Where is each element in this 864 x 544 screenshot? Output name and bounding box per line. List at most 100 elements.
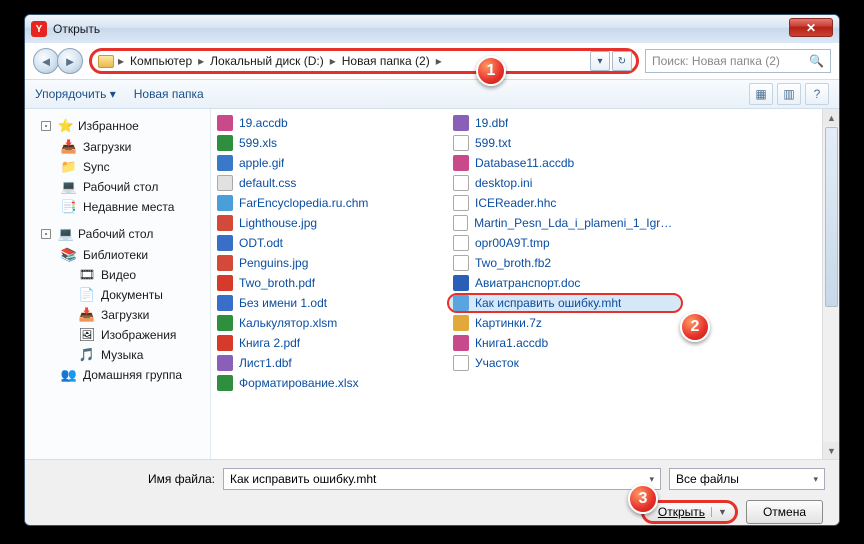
preview-pane-button[interactable]: ▥ xyxy=(777,83,801,105)
file-item[interactable]: Как исправить ошибку.mht xyxy=(447,293,683,313)
app-icon: Y xyxy=(31,21,47,37)
organize-menu[interactable]: Упорядочить ▾ xyxy=(35,87,116,101)
file-item[interactable]: Книга1.accdb xyxy=(447,333,683,353)
filename-input[interactable]: Как исправить ошибку.mht▾ xyxy=(223,468,661,490)
sidebar-item-libraries[interactable]: 📚Библиотеки xyxy=(25,245,210,265)
file-item[interactable]: apple.gif xyxy=(211,153,447,173)
file-name: 599.txt xyxy=(475,136,511,150)
file-item[interactable]: Картинки.7z xyxy=(447,313,683,333)
sidebar-item-recent[interactable]: 📑Недавние места xyxy=(25,197,210,217)
file-item[interactable]: ODT.odt xyxy=(211,233,447,253)
new-folder-button[interactable]: Новая папка xyxy=(134,87,204,101)
open-dropdown-icon[interactable]: ▼ xyxy=(711,507,727,517)
file-name: Участок xyxy=(475,356,519,370)
file-item[interactable]: Книга 2.pdf xyxy=(211,333,447,353)
file-item[interactable]: 19.dbf xyxy=(447,113,683,133)
file-icon xyxy=(217,195,233,211)
scroll-up-icon[interactable]: ▲ xyxy=(823,109,839,126)
file-item[interactable]: Без имени 1.odt xyxy=(211,293,447,313)
file-icon xyxy=(453,235,469,251)
file-item[interactable]: desktop.ini xyxy=(447,173,683,193)
file-icon xyxy=(217,255,233,271)
scrollbar[interactable]: ▲ ▼ xyxy=(822,109,839,459)
file-item[interactable]: FarEncyclopedia.ru.chm xyxy=(211,193,447,213)
file-item[interactable]: Lighthouse.jpg xyxy=(211,213,447,233)
titlebar: Y Открыть ✕ xyxy=(25,15,839,43)
file-item[interactable]: 599.xls xyxy=(211,133,447,153)
file-name: Lighthouse.jpg xyxy=(239,216,317,230)
toolbar: Упорядочить ▾ Новая папка ▦ ▥ ? xyxy=(25,79,839,109)
file-icon xyxy=(453,295,469,311)
navigation-sidebar[interactable]: ⭐ Избранное 📥Загрузки 📁Sync 💻Рабочий сто… xyxy=(25,109,211,459)
folder-icon xyxy=(98,55,114,68)
close-button[interactable]: ✕ xyxy=(789,18,833,37)
sidebar-item-video[interactable]: 🎞Видео xyxy=(25,265,210,285)
address-bar[interactable]: ▸ Компьютер ▸ Локальный диск (D:) ▸ Нова… xyxy=(94,54,590,68)
file-name: desktop.ini xyxy=(475,176,532,190)
breadcrumb[interactable]: Компьютер xyxy=(128,54,194,68)
file-icon xyxy=(453,255,469,271)
file-item[interactable]: Лист1.dbf xyxy=(211,353,447,373)
sidebar-item-homegroup[interactable]: 👥Домашняя группа xyxy=(25,365,210,385)
refresh-button[interactable]: ↻ xyxy=(612,51,632,71)
file-name: Без имени 1.odt xyxy=(239,296,327,310)
file-name: Two_broth.fb2 xyxy=(475,256,551,270)
file-type-select[interactable]: Все файлы▾ xyxy=(669,468,825,490)
file-name: Two_broth.pdf xyxy=(239,276,315,290)
help-button[interactable]: ? xyxy=(805,83,829,105)
file-name: Книга 2.pdf xyxy=(239,336,300,350)
search-input[interactable]: Поиск: Новая папка (2) 🔍 xyxy=(645,49,831,73)
cancel-button[interactable]: Отмена xyxy=(746,500,823,524)
file-item[interactable]: Калькулятор.xlsm xyxy=(211,313,447,333)
file-list[interactable]: 19.accdb 599.xls apple.gifdefault.cssFarEn… xyxy=(211,109,839,459)
footer: Имя файла: Как исправить ошибку.mht▾ Все… xyxy=(25,459,839,526)
file-item[interactable]: Two_broth.pdf xyxy=(211,273,447,293)
sidebar-group-favorites[interactable]: ⭐ Избранное xyxy=(25,115,210,137)
window-title: Открыть xyxy=(53,22,100,36)
sidebar-item-desktop[interactable]: 💻Рабочий стол xyxy=(25,177,210,197)
file-icon xyxy=(453,335,469,351)
file-name: 19.accdb xyxy=(239,116,288,130)
sidebar-item-sync[interactable]: 📁Sync xyxy=(25,157,210,177)
expand-icon xyxy=(41,121,51,131)
file-icon xyxy=(217,375,233,391)
nav-forward-button[interactable]: ► xyxy=(57,48,83,74)
file-item[interactable]: Database11.accdb xyxy=(447,153,683,173)
file-item[interactable]: Two_broth.fb2 xyxy=(447,253,683,273)
callout-2: 2 xyxy=(680,312,710,342)
file-icon xyxy=(453,315,469,331)
file-item[interactable]: opr00A9T.tmp xyxy=(447,233,683,253)
scroll-down-icon[interactable]: ▼ xyxy=(823,442,839,459)
sidebar-group-desktop[interactable]: 💻 Рабочий стол xyxy=(25,223,210,245)
callout-3: 3 xyxy=(628,484,658,514)
file-item[interactable]: ICEReader.hhc xyxy=(447,193,683,213)
file-item[interactable]: Авиатранспорт.doc xyxy=(447,273,683,293)
file-name: 599.xls xyxy=(239,136,277,150)
sidebar-item-documents[interactable]: 📄Документы xyxy=(25,285,210,305)
file-item[interactable]: 599.txt xyxy=(447,133,683,153)
scroll-thumb[interactable] xyxy=(825,127,838,307)
sidebar-item-music[interactable]: 🎵Музыка xyxy=(25,345,210,365)
search-icon: 🔍 xyxy=(809,54,824,68)
file-name: opr00A9T.tmp xyxy=(475,236,550,250)
file-icon xyxy=(217,135,233,151)
file-icon xyxy=(217,275,233,291)
chevron-icon: ▸ xyxy=(328,54,338,68)
file-name: Картинки.7z xyxy=(475,316,542,330)
nav-back-button[interactable]: ◄ xyxy=(33,48,59,74)
file-name: ICEReader.hhc xyxy=(475,196,556,210)
file-icon xyxy=(453,135,469,151)
address-dropdown-button[interactable]: ▾ xyxy=(590,51,610,71)
file-item[interactable]: Penguins.jpg xyxy=(211,253,447,273)
file-item[interactable]: Форматирование.xlsx xyxy=(211,373,447,393)
sidebar-item-images[interactable]: 🖼Изображения xyxy=(25,325,210,345)
breadcrumb[interactable]: Локальный диск (D:) xyxy=(208,54,326,68)
file-item[interactable]: Участок xyxy=(447,353,683,373)
file-item[interactable]: default.css xyxy=(211,173,447,193)
view-mode-button[interactable]: ▦ xyxy=(749,83,773,105)
file-item[interactable]: Martin_Pesn_Lda_i_plameni_1_Igra_p... xyxy=(447,213,683,233)
sidebar-item-downloads[interactable]: 📥Загрузки xyxy=(25,137,210,157)
sidebar-item-downloads2[interactable]: 📥Загрузки xyxy=(25,305,210,325)
breadcrumb[interactable]: Новая папка (2) xyxy=(340,54,432,68)
file-item[interactable]: 19.accdb xyxy=(211,113,447,133)
